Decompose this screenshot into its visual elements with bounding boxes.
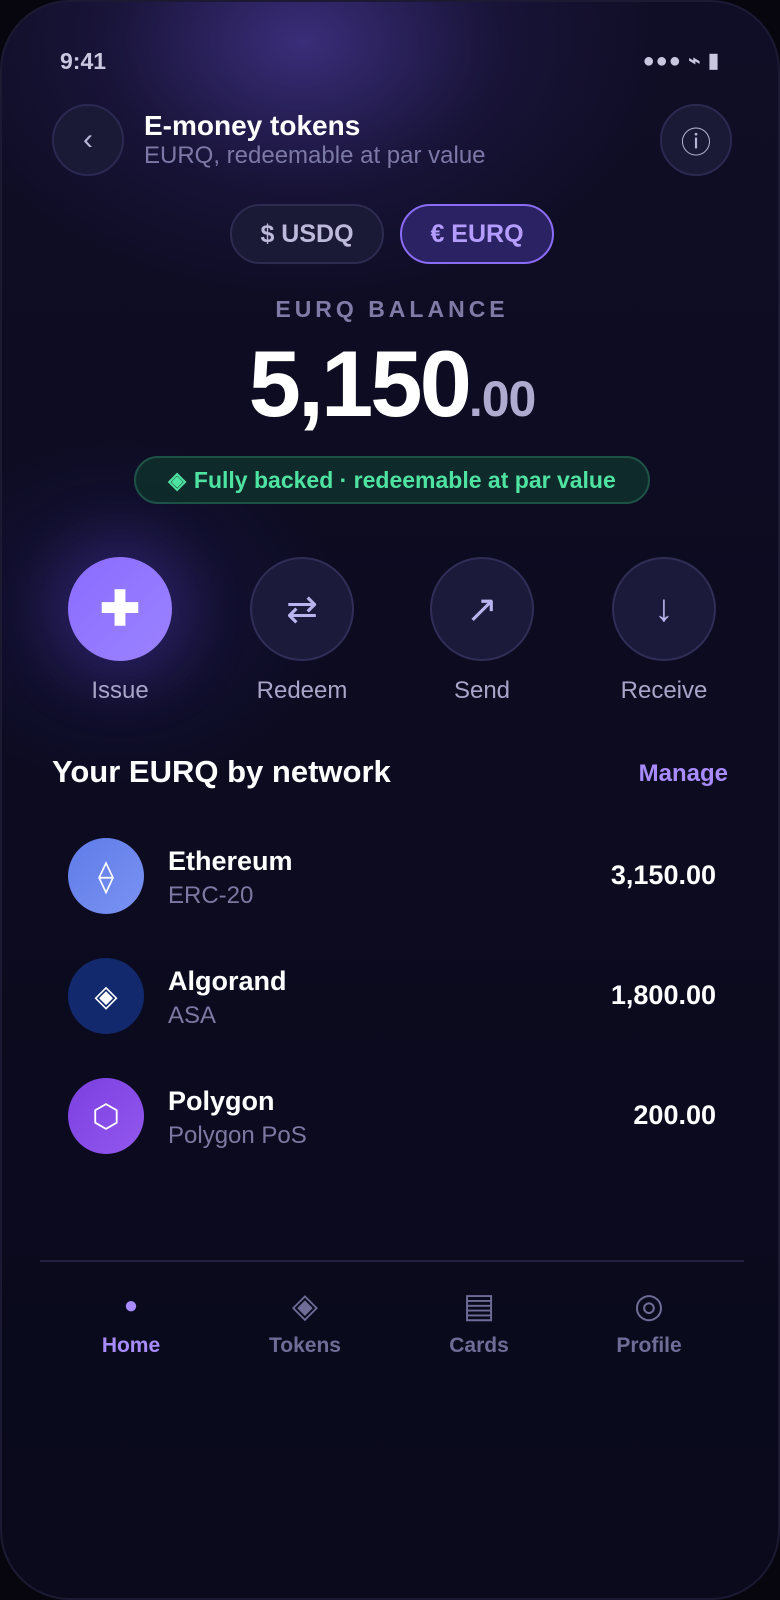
backed-status-badge: ◈ Fully backed · redeemable at par value xyxy=(134,456,650,504)
redeem-label: Redeem xyxy=(256,677,348,704)
ethereum-icon: ⟠ xyxy=(68,838,144,914)
balance-integer: 5,150 xyxy=(248,331,472,436)
network-row-ethereum[interactable]: ⟠ Ethereum ERC-20 3,150.00 xyxy=(68,838,716,914)
status-icons: ●●● ⌁ ▮ xyxy=(642,50,720,72)
page-title: E-money tokens xyxy=(144,110,361,141)
networks-section-title: Your EURQ by network xyxy=(52,754,391,789)
tab-cards-label: Cards xyxy=(449,1334,509,1357)
network-amount: 200.00 xyxy=(633,1100,716,1130)
tab-home[interactable]: ● Home xyxy=(66,1286,196,1358)
profile-icon: ◎ xyxy=(634,1287,664,1325)
toggle-eurq[interactable]: € EURQ xyxy=(400,204,554,264)
info-button[interactable]: ⓘ xyxy=(660,104,732,176)
tab-bar-divider xyxy=(40,1260,744,1262)
network-standard: ASA xyxy=(168,1002,217,1029)
plus-icon[interactable]: ✚ xyxy=(68,557,172,661)
arrow-up-right-icon[interactable]: ↗ xyxy=(430,557,534,661)
network-standard: ERC-20 xyxy=(168,882,254,909)
diamond-icon: ◈ xyxy=(291,1287,319,1325)
home-dot-icon: ● xyxy=(123,1292,139,1319)
backed-status-text: Fully backed · redeemable at par value xyxy=(193,466,616,493)
swap-icon[interactable]: ⇄ xyxy=(250,557,354,661)
polygon-icon: ⬡ xyxy=(68,1078,144,1154)
network-row-algorand[interactable]: ◈ Algorand ASA 1,800.00 xyxy=(68,958,716,1034)
tab-tokens[interactable]: ◈ Tokens xyxy=(240,1286,370,1358)
card-icon: ▤ xyxy=(462,1287,496,1325)
network-amount: 3,150.00 xyxy=(610,860,716,890)
toggle-usdq[interactable]: $ USDQ xyxy=(230,204,384,264)
network-row-polygon[interactable]: ⬡ Polygon Polygon PoS 200.00 xyxy=(68,1078,716,1154)
back-button[interactable]: ‹ xyxy=(52,104,124,176)
manage-link[interactable]: Manage xyxy=(639,760,728,788)
network-amount: 1,800.00 xyxy=(610,980,716,1010)
tab-cards[interactable]: ▤ Cards xyxy=(414,1286,544,1358)
balance-decimal: .00 xyxy=(468,371,537,427)
network-name: Algorand xyxy=(168,966,287,996)
send-button[interactable]: ↗ Send xyxy=(430,557,534,705)
receive-label: Receive xyxy=(620,677,708,704)
network-standard: Polygon PoS xyxy=(168,1122,307,1149)
algorand-icon: ◈ xyxy=(68,958,144,1034)
issue-label: Issue xyxy=(91,677,149,704)
receive-button[interactable]: ↓ Receive xyxy=(612,557,716,705)
issue-button[interactable]: ✚ Issue xyxy=(68,557,172,705)
balance-label: EURQ BALANCE xyxy=(275,296,509,322)
network-name: Polygon xyxy=(168,1086,275,1116)
chevron-left-icon: ‹ xyxy=(83,123,93,156)
balance-amount: 5,150.00 xyxy=(2,330,778,438)
tab-home-label: Home xyxy=(101,1334,161,1357)
arrow-down-icon[interactable]: ↓ xyxy=(612,557,716,661)
tab-profile[interactable]: ◎ Profile xyxy=(584,1286,714,1358)
tab-tokens-label: Tokens xyxy=(269,1334,341,1357)
info-icon: ⓘ xyxy=(681,127,711,160)
page-subtitle: EURQ, redeemable at par value xyxy=(144,142,486,169)
status-time: 9:41 xyxy=(60,48,107,74)
send-label: Send xyxy=(453,677,511,704)
phone-screen: 9:41 ●●● ⌁ ▮ ‹ E-money tokens EURQ, rede… xyxy=(0,0,780,1600)
redeem-button[interactable]: ⇄ Redeem xyxy=(250,557,354,705)
network-name: Ethereum xyxy=(168,846,293,876)
tab-profile-label: Profile xyxy=(616,1334,682,1357)
diamond-icon: ◈ xyxy=(168,466,186,493)
